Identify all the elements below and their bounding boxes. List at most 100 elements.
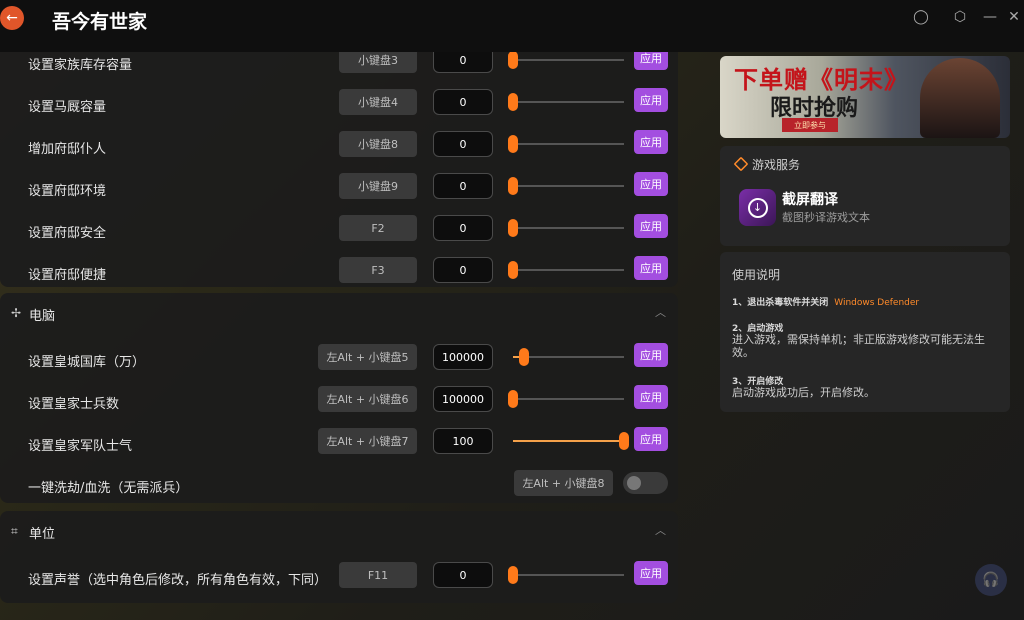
guide-step-1: 1、退出杀毒软件并关闭 Windows Defender: [732, 295, 919, 308]
hotkey-badge[interactable]: F3: [339, 257, 417, 283]
toggle-row: 一键洗劫/血洗（无需派兵） 左Alt + 小键盘8: [0, 465, 678, 507]
apply-button[interactable]: 应用: [634, 561, 668, 585]
value-input[interactable]: [433, 344, 493, 370]
option-label: 设置皇家军队士气: [28, 439, 133, 454]
value-slider[interactable]: [513, 348, 624, 366]
apply-button[interactable]: 应用: [634, 214, 668, 238]
slider-thumb[interactable]: [619, 432, 629, 450]
section-title: 单位: [29, 527, 56, 542]
hotkey-badge[interactable]: 左Alt + 小键盘6: [318, 386, 417, 412]
hotkey-badge[interactable]: F2: [339, 215, 417, 241]
option-row: 设置声誉（选中角色后修改，所有角色有效，下同） F11 应用: [0, 557, 678, 599]
value-slider[interactable]: [508, 261, 624, 279]
screenshot-translate-icon[interactable]: ↓: [739, 189, 776, 226]
option-row: 设置府邸环境 小键盘9 应用: [0, 168, 678, 210]
value-slider[interactable]: [508, 566, 624, 584]
slider-thumb[interactable]: [508, 52, 518, 69]
close-icon[interactable]: ✕: [1004, 7, 1024, 27]
apply-button[interactable]: 应用: [634, 256, 668, 280]
hotkey-badge[interactable]: 左Alt + 小键盘7: [318, 428, 417, 454]
value-slider[interactable]: [508, 390, 624, 408]
banner-character-image: [920, 58, 1000, 138]
section-title: 电脑: [29, 309, 56, 324]
value-slider[interactable]: [508, 135, 624, 153]
option-label: 设置皇城国库（万）: [28, 355, 146, 370]
toggle-knob: [627, 476, 641, 490]
section-header-computer[interactable]: ✢ 电脑 ︿: [0, 293, 678, 333]
minimize-icon[interactable]: —: [980, 7, 1000, 27]
apply-button[interactable]: 应用: [634, 52, 668, 70]
value-slider[interactable]: [508, 219, 624, 237]
option-label: 一键洗劫/血洗（无需派兵）: [28, 481, 189, 496]
apply-button[interactable]: 应用: [634, 343, 668, 367]
app-title: 吾今有世家: [52, 11, 148, 33]
guide-title: 使用说明: [732, 268, 781, 282]
headset-support-icon[interactable]: 🎧: [975, 564, 1007, 596]
service-title[interactable]: 截屏翻译: [782, 189, 838, 209]
user-icon[interactable]: ◯: [911, 7, 931, 27]
value-slider[interactable]: [508, 93, 624, 111]
guide-step-2-body: 进入游戏，需保持单机；非正版游戏修改可能无法生效。: [732, 333, 985, 359]
option-label: 设置声誉（选中角色后修改，所有角色有效，下同）: [28, 573, 328, 588]
unit-section-icon: ⌗: [11, 524, 18, 538]
settings-icon[interactable]: ⬡: [950, 7, 970, 27]
usage-guide-card: 使用说明 1、退出杀毒软件并关闭 Windows Defender 2、启动游戏 …: [720, 252, 1010, 412]
option-label: 设置府邸便捷: [28, 268, 107, 283]
slider-thumb[interactable]: [508, 135, 518, 153]
back-arrow-icon[interactable]: ←: [0, 6, 24, 30]
guide-step-3-body: 启动游戏成功后，开启修改。: [732, 386, 875, 399]
apply-button[interactable]: 应用: [634, 130, 668, 154]
hotkey-badge[interactable]: 小键盘3: [339, 52, 417, 73]
chevron-up-icon[interactable]: ︿: [655, 304, 666, 320]
chevron-up-icon[interactable]: ︿: [655, 522, 666, 538]
banner-cta-button[interactable]: 立即参与: [782, 118, 838, 132]
value-input[interactable]: [433, 386, 493, 412]
hotkey-badge[interactable]: 左Alt + 小键盘8: [514, 470, 613, 496]
value-slider[interactable]: [508, 52, 624, 69]
value-input[interactable]: [433, 562, 493, 588]
option-label: 设置家族库存容量: [28, 58, 133, 73]
value-input[interactable]: [433, 215, 493, 241]
sidebar: 下单赠《明末》 限时抢购 立即参与 游戏服务 ↓ 截屏翻译 截图秒译游戏文本 使…: [720, 52, 1012, 620]
value-input[interactable]: [433, 89, 493, 115]
value-slider[interactable]: [513, 432, 629, 450]
hotkey-badge[interactable]: F11: [339, 562, 417, 588]
value-slider[interactable]: [508, 177, 624, 195]
option-row: 增加府邸仆人 小键盘8 应用: [0, 126, 678, 168]
option-label: 设置府邸安全: [28, 226, 107, 241]
slider-thumb[interactable]: [519, 348, 529, 366]
slider-thumb[interactable]: [508, 261, 518, 279]
section-header-unit[interactable]: ⌗ 单位 ︿: [0, 511, 678, 551]
value-input[interactable]: [433, 173, 493, 199]
value-input[interactable]: [433, 131, 493, 157]
slider-thumb[interactable]: [508, 390, 518, 408]
house-panel: 设置家族库存容量 小键盘3 应用 设置马厩容量 小键盘4 应用 增加府邸仆人 小…: [0, 52, 678, 287]
slider-thumb[interactable]: [508, 566, 518, 584]
option-row: 设置府邸安全 F2 应用: [0, 210, 678, 252]
windows-defender-link[interactable]: Windows Defender: [834, 298, 919, 308]
option-label: 设置府邸环境: [28, 184, 107, 199]
value-input[interactable]: [433, 428, 493, 454]
option-row: 设置皇家士兵数 左Alt + 小键盘6 应用: [0, 381, 678, 423]
apply-button[interactable]: 应用: [634, 172, 668, 196]
slider-thumb[interactable]: [508, 93, 518, 111]
value-input[interactable]: [433, 257, 493, 283]
slider-thumb[interactable]: [508, 219, 518, 237]
toggle-switch[interactable]: [623, 472, 668, 494]
apply-button[interactable]: 应用: [634, 385, 668, 409]
apply-button[interactable]: 应用: [634, 88, 668, 112]
slider-thumb[interactable]: [508, 177, 518, 195]
game-service-card: 游戏服务 ↓ 截屏翻译 截图秒译游戏文本: [720, 146, 1010, 246]
hotkey-badge[interactable]: 小键盘4: [339, 89, 417, 115]
cube-icon: [733, 156, 749, 172]
promo-banner[interactable]: 下单赠《明末》 限时抢购 立即参与: [720, 56, 1010, 138]
slider-fill: [513, 440, 624, 442]
option-row: 设置家族库存容量 小键盘3 应用: [0, 52, 678, 84]
hotkey-badge[interactable]: 小键盘9: [339, 173, 417, 199]
option-row: 设置马厩容量 小键盘4 应用: [0, 84, 678, 126]
apply-button[interactable]: 应用: [634, 427, 668, 451]
value-input[interactable]: [433, 52, 493, 73]
hotkey-badge[interactable]: 小键盘8: [339, 131, 417, 157]
hotkey-badge[interactable]: 左Alt + 小键盘5: [318, 344, 417, 370]
option-label: 增加府邸仆人: [28, 142, 107, 157]
